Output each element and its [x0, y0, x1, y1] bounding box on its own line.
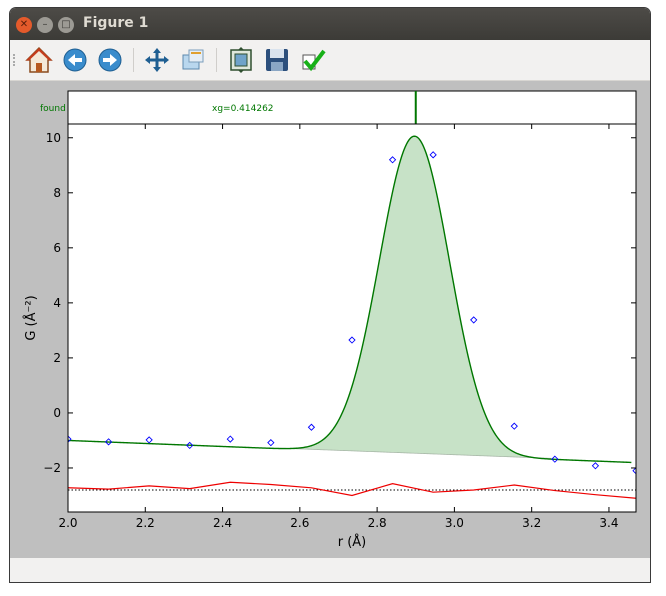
figure-window: ✕ – □ Figure 1 found xg=0.414262 2.0 2.2…: [10, 8, 650, 582]
y-tick-label: 6: [53, 241, 61, 255]
xg-annotation: xg=0.414262: [212, 104, 274, 114]
close-window-button[interactable]: ✕: [16, 17, 32, 33]
subplots-config-button[interactable]: [226, 45, 256, 75]
subplots-config-icon: [230, 47, 252, 73]
y-tick-label: 10: [46, 131, 61, 145]
x-tick-label: 3.0: [445, 516, 464, 530]
back-arrow-icon: [63, 48, 87, 72]
x-tick-label: 2.4: [213, 516, 232, 530]
status-bar: [10, 559, 650, 582]
title-bar: ✕ – □ Figure 1: [10, 8, 650, 40]
edit-axis-button[interactable]: [298, 45, 328, 75]
back-button[interactable]: [60, 45, 90, 75]
found-label: found: [40, 104, 66, 114]
x-tick-label: 3.2: [522, 516, 541, 530]
save-button[interactable]: [262, 45, 292, 75]
figure-canvas[interactable]: found xg=0.414262 2.0 2.2 2.4 2.6 2.8 3.0 3.2 3…: [10, 81, 650, 558]
forward-button[interactable]: [95, 45, 125, 75]
x-axis-label: r (Å): [338, 534, 367, 550]
y-tick-label: 8: [53, 186, 61, 200]
toolbar-separator: [216, 48, 217, 72]
zoom-button[interactable]: [178, 45, 208, 75]
window-title: Figure 1: [83, 15, 149, 31]
minimize-window-button[interactable]: –: [37, 17, 53, 33]
x-tick-label: 2.2: [136, 516, 155, 530]
forward-arrow-icon: [98, 48, 122, 72]
navigation-toolbar: [10, 40, 650, 81]
y-tick-label: 2: [53, 351, 61, 365]
top-strip-axes: [67, 90, 637, 125]
x-tick-label: 3.4: [599, 516, 618, 530]
maximize-window-button[interactable]: □: [58, 17, 74, 33]
y-axis-label: G (Å⁻²): [23, 295, 39, 340]
y-tick-label: 4: [53, 296, 61, 310]
checkmark-icon: [302, 49, 326, 72]
y-tick-label: 0: [53, 406, 61, 420]
zoom-icon: [182, 49, 204, 70]
y-tick-label: −2: [43, 461, 61, 475]
pan-move-icon: [145, 48, 169, 72]
x-tick-label: 2.6: [290, 516, 309, 530]
main-axes-background: [68, 124, 636, 512]
toolbar-grip[interactable]: [13, 54, 18, 66]
home-button[interactable]: [24, 45, 54, 75]
plot-svg: found xg=0.414262 2.0 2.2 2.4 2.6 2.8 3.0 3.2 3…: [23, 90, 637, 550]
home-icon: [25, 46, 53, 73]
pan-button[interactable]: [142, 45, 172, 75]
x-tick-label: 2.0: [58, 516, 77, 530]
save-disk-icon: [266, 49, 288, 71]
toolbar-separator: [133, 48, 134, 72]
x-tick-label: 2.8: [368, 516, 387, 530]
